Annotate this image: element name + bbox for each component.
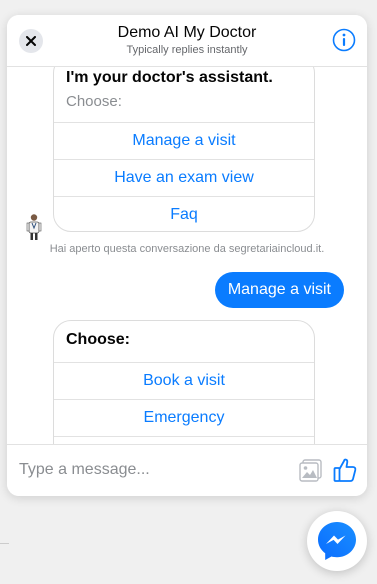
attach-image-button[interactable] (299, 458, 323, 482)
assistant-card: Choose: Book a visit Emergency (53, 320, 315, 444)
chat-subtitle: Typically replies instantly (126, 44, 248, 56)
close-button[interactable] (19, 29, 43, 53)
faq-button[interactable]: Faq (54, 196, 314, 231)
emergency-button[interactable]: Emergency (54, 399, 314, 436)
info-button[interactable] (332, 28, 356, 52)
message-list[interactable]: I'm your doctor's assistant. Choose: Man… (7, 67, 367, 444)
message-input[interactable] (19, 458, 289, 482)
chat-window: Demo AI My Doctor Typically replies inst… (7, 15, 367, 496)
manage-visit-button[interactable]: Manage a visit (54, 122, 314, 159)
messenger-icon (318, 522, 356, 560)
like-button[interactable] (333, 457, 357, 483)
card-subtitle: Choose: (66, 93, 122, 110)
card-title: I'm your doctor's assistant. (66, 69, 273, 86)
close-icon (26, 36, 36, 46)
message-composer (7, 444, 367, 496)
thumbs-up-icon (333, 458, 357, 482)
chat-header: Demo AI My Doctor Typically replies inst… (7, 15, 367, 67)
card-header: I'm your doctor's assistant. Choose: (54, 67, 314, 122)
image-icon (299, 459, 322, 482)
conversation-origin-note: Hai aperto questa conversazione da segre… (49, 243, 325, 255)
exam-view-button[interactable]: Have an exam view (54, 159, 314, 196)
info-icon (332, 28, 356, 52)
doctor-avatar-icon (26, 214, 42, 240)
chat-title: Demo AI My Doctor (117, 24, 257, 41)
messenger-launcher-button[interactable] (307, 511, 367, 571)
page-divider (0, 543, 9, 544)
user-message-bubble: Manage a visit (214, 272, 344, 308)
card-button[interactable] (54, 436, 314, 444)
card-title: Choose: (66, 331, 130, 348)
book-visit-button[interactable]: Book a visit (54, 362, 314, 399)
assistant-card: I'm your doctor's assistant. Choose: Man… (53, 67, 315, 232)
card-header: Choose: (54, 321, 314, 362)
